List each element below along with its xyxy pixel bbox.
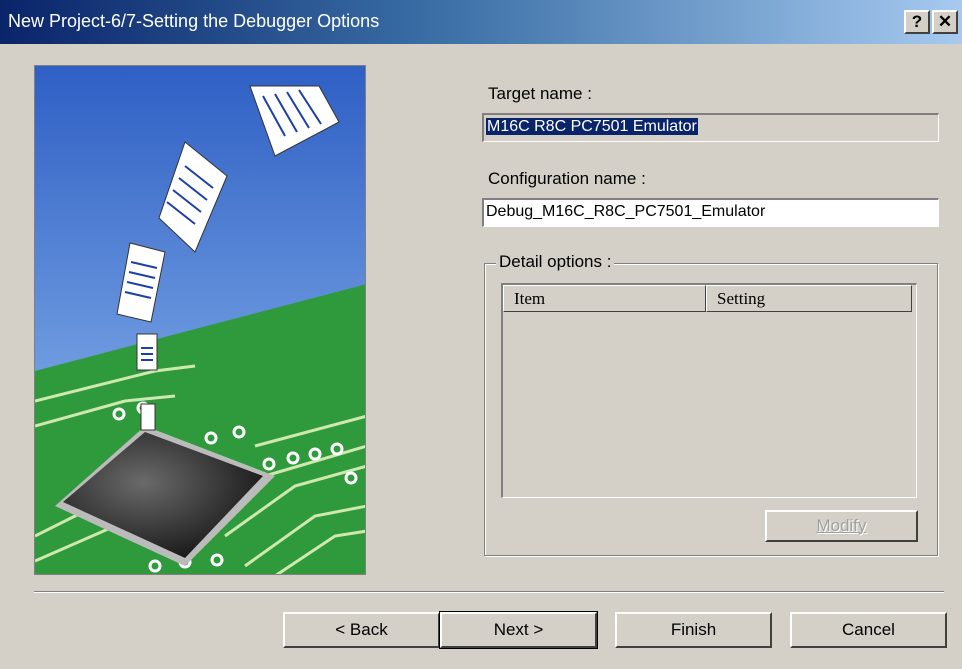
column-header-item[interactable]: Item <box>503 285 706 312</box>
next-button[interactable]: Next > <box>439 611 598 649</box>
target-name-label: Target name : <box>488 84 592 103</box>
configuration-name-label: Configuration name : <box>488 169 646 188</box>
configuration-name-field[interactable]: Debug_M16C_R8C_PC7501_Emulator <box>482 198 939 227</box>
window-title: New Project-6/7-Setting the Debugger Opt… <box>8 11 380 31</box>
finish-button[interactable]: Finish <box>615 612 772 648</box>
help-button[interactable]: ? <box>904 10 930 34</box>
title-bar[interactable]: New Project-6/7-Setting the Debugger Opt… <box>0 0 962 44</box>
detail-options-list[interactable]: Item Setting <box>501 283 917 498</box>
modify-button-label: Modify <box>816 516 867 535</box>
separator <box>34 591 944 593</box>
back-button[interactable]: < Back <box>283 612 440 648</box>
target-name-value: M16C R8C PC7501 Emulator <box>486 118 698 135</box>
cancel-button[interactable]: Cancel <box>790 612 947 648</box>
wizard-window: New Project-6/7-Setting the Debugger Opt… <box>0 0 962 669</box>
modify-button[interactable]: Modify <box>765 510 918 542</box>
column-header-setting[interactable]: Setting <box>706 285 912 312</box>
close-button[interactable]: ✕ <box>932 10 958 34</box>
target-name-field: M16C R8C PC7501 Emulator <box>482 113 939 142</box>
wizard-illustration <box>34 65 366 575</box>
detail-options-label: Detail options : <box>496 252 615 272</box>
